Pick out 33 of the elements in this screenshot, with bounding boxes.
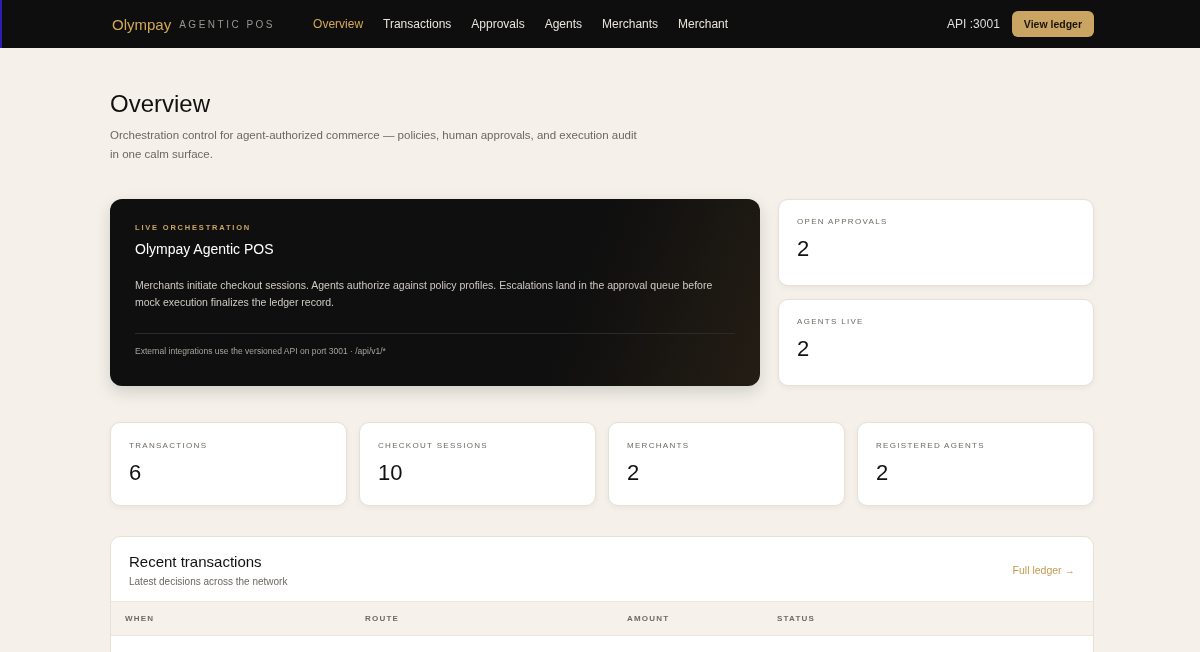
hero-title: Olympay Agentic POS <box>135 241 275 257</box>
column-header: ROUTE <box>365 614 400 623</box>
hero-footnote: External integrations use the versioned API on port 3001 · /api/v1/* <box>135 346 387 356</box>
stat-label: CHECKOUT SESSIONS <box>378 441 489 450</box>
stat-value: 10 <box>378 460 404 486</box>
stat-value: 2 <box>876 460 890 486</box>
stat-value: 6 <box>129 460 143 486</box>
stat-value: 2 <box>797 336 811 362</box>
nav-link[interactable]: Merchants <box>602 17 659 31</box>
stat-value: 2 <box>627 460 641 486</box>
column-header: AMOUNT <box>627 614 671 623</box>
brand-subtitle: AGENTIC POS <box>179 18 276 30</box>
column-header: WHEN <box>125 614 156 623</box>
section-subtitle: Latest decisions across the network <box>129 576 288 587</box>
hero-description: Merchants initiate checkout sessions. Agents authorize against policy profiles. Escalations land in the approval queue before mock execution finalizes the ledger record. <box>135 278 714 310</box>
stat-label: REGISTERED AGENTS <box>876 441 986 450</box>
stat-label: AGENTS LIVE <box>797 317 865 326</box>
nav-link[interactable]: Merchant <box>678 17 729 31</box>
stat-label: MERCHANTS <box>627 441 691 450</box>
brand-name: Olympay <box>112 15 172 33</box>
view-ledger-button[interactable]: View ledger <box>1011 11 1094 37</box>
stat-label: OPEN APPROVALS <box>797 217 889 226</box>
api-port: API :3001 <box>947 17 1000 31</box>
page-subtitle: Orchestration control for agent-authorized commerce — policies, human approvals, and execution audit in one calm surface. <box>110 128 638 162</box>
column-header: STATUS <box>777 614 816 623</box>
nav-link[interactable]: Approvals <box>471 17 525 31</box>
nav-link[interactable]: Transactions <box>383 17 452 31</box>
section-title: Recent transactions <box>129 553 263 570</box>
stat-value: 2 <box>797 236 811 262</box>
nav-link[interactable]: Agents <box>544 17 583 31</box>
page-title: Overview <box>110 90 212 118</box>
nav-link[interactable]: Overview <box>313 17 364 31</box>
stat-label: TRANSACTIONS <box>129 441 209 450</box>
